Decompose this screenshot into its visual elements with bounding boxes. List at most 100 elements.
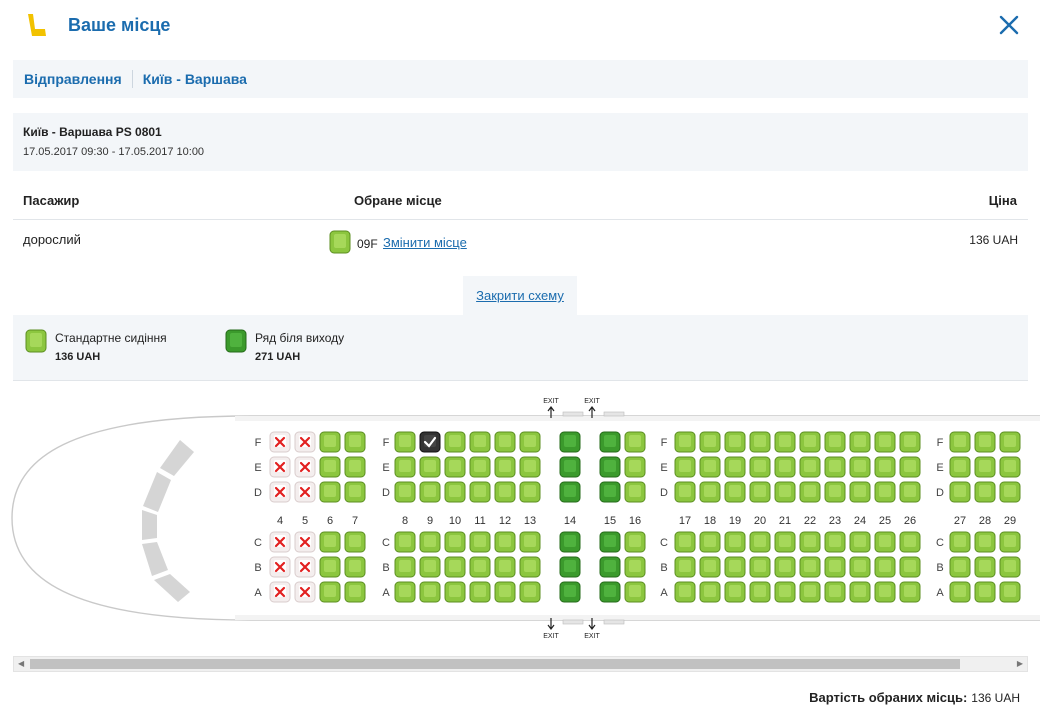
seat-28F[interactable] xyxy=(974,431,996,453)
seat-22D[interactable] xyxy=(799,481,821,503)
seat-19E[interactable] xyxy=(724,456,746,478)
seat-14C[interactable] xyxy=(559,531,581,553)
seat-15C[interactable] xyxy=(599,531,621,553)
seat-13F[interactable] xyxy=(519,431,541,453)
seat-6D[interactable] xyxy=(319,481,341,503)
seat-23F[interactable] xyxy=(824,431,846,453)
seat-27E[interactable] xyxy=(949,456,971,478)
seat-25C[interactable] xyxy=(874,531,896,553)
seat-22C[interactable] xyxy=(799,531,821,553)
seat-7C[interactable] xyxy=(344,531,366,553)
seat-27A[interactable] xyxy=(949,581,971,603)
seat-10E[interactable] xyxy=(444,456,466,478)
breadcrumb-route[interactable]: Київ - Варшава xyxy=(143,71,247,87)
seat-8D[interactable] xyxy=(394,481,416,503)
seat-6E[interactable] xyxy=(319,456,341,478)
scrollbar-thumb[interactable] xyxy=(30,659,960,669)
scroll-right-icon[interactable]: ▶ xyxy=(1017,660,1023,668)
seat-12E[interactable] xyxy=(494,456,516,478)
seat-16B[interactable] xyxy=(624,556,646,578)
seat-18F[interactable] xyxy=(699,431,721,453)
seat-24B[interactable] xyxy=(849,556,871,578)
seat-10B[interactable] xyxy=(444,556,466,578)
seat-13D[interactable] xyxy=(519,481,541,503)
seat-10A[interactable] xyxy=(444,581,466,603)
seat-13C[interactable] xyxy=(519,531,541,553)
seat-17D[interactable] xyxy=(674,481,696,503)
seat-27F[interactable] xyxy=(949,431,971,453)
seat-28E[interactable] xyxy=(974,456,996,478)
seat-25D[interactable] xyxy=(874,481,896,503)
seat-11A[interactable] xyxy=(469,581,491,603)
seat-18C[interactable] xyxy=(699,531,721,553)
seat-26D[interactable] xyxy=(899,481,921,503)
seat-23C[interactable] xyxy=(824,531,846,553)
seat-16E[interactable] xyxy=(624,456,646,478)
seat-9D[interactable] xyxy=(419,481,441,503)
seat-22F[interactable] xyxy=(799,431,821,453)
seat-17B[interactable] xyxy=(674,556,696,578)
seat-18E[interactable] xyxy=(699,456,721,478)
seat-9F[interactable] xyxy=(419,431,441,453)
seat-25B[interactable] xyxy=(874,556,896,578)
seat-25F[interactable] xyxy=(874,431,896,453)
seat-10F[interactable] xyxy=(444,431,466,453)
seat-6C[interactable] xyxy=(319,531,341,553)
change-seat-link[interactable]: Змінити місце xyxy=(383,235,467,250)
close-icon[interactable] xyxy=(998,14,1020,36)
seat-22E[interactable] xyxy=(799,456,821,478)
seat-14D[interactable] xyxy=(559,481,581,503)
seat-21D[interactable] xyxy=(774,481,796,503)
seat-29D[interactable] xyxy=(999,481,1021,503)
seat-16A[interactable] xyxy=(624,581,646,603)
seat-14A[interactable] xyxy=(559,581,581,603)
seat-10C[interactable] xyxy=(444,531,466,553)
seat-28B[interactable] xyxy=(974,556,996,578)
seat-10D[interactable] xyxy=(444,481,466,503)
seat-7D[interactable] xyxy=(344,481,366,503)
seat-29A[interactable] xyxy=(999,581,1021,603)
seat-20C[interactable] xyxy=(749,531,771,553)
seat-18A[interactable] xyxy=(699,581,721,603)
seat-8A[interactable] xyxy=(394,581,416,603)
seat-12A[interactable] xyxy=(494,581,516,603)
seat-24E[interactable] xyxy=(849,456,871,478)
seat-14B[interactable] xyxy=(559,556,581,578)
seat-25A[interactable] xyxy=(874,581,896,603)
seat-19A[interactable] xyxy=(724,581,746,603)
seat-28C[interactable] xyxy=(974,531,996,553)
seat-15A[interactable] xyxy=(599,581,621,603)
seat-28A[interactable] xyxy=(974,581,996,603)
seat-26B[interactable] xyxy=(899,556,921,578)
seat-14E[interactable] xyxy=(559,456,581,478)
seat-15D[interactable] xyxy=(599,481,621,503)
seat-13B[interactable] xyxy=(519,556,541,578)
seat-14F[interactable] xyxy=(559,431,581,453)
seat-27B[interactable] xyxy=(949,556,971,578)
seat-6F[interactable] xyxy=(319,431,341,453)
seat-27D[interactable] xyxy=(949,481,971,503)
seat-17F[interactable] xyxy=(674,431,696,453)
seat-27C[interactable] xyxy=(949,531,971,553)
seat-19F[interactable] xyxy=(724,431,746,453)
seat-16C[interactable] xyxy=(624,531,646,553)
seat-12C[interactable] xyxy=(494,531,516,553)
seat-29C[interactable] xyxy=(999,531,1021,553)
seat-17C[interactable] xyxy=(674,531,696,553)
seat-26E[interactable] xyxy=(899,456,921,478)
seat-23A[interactable] xyxy=(824,581,846,603)
horizontal-scrollbar[interactable]: ◀ ▶ xyxy=(13,656,1028,672)
seat-21C[interactable] xyxy=(774,531,796,553)
seat-13E[interactable] xyxy=(519,456,541,478)
seat-24F[interactable] xyxy=(849,431,871,453)
seat-22A[interactable] xyxy=(799,581,821,603)
seat-13A[interactable] xyxy=(519,581,541,603)
seat-11E[interactable] xyxy=(469,456,491,478)
seat-20E[interactable] xyxy=(749,456,771,478)
seat-21A[interactable] xyxy=(774,581,796,603)
seat-19C[interactable] xyxy=(724,531,746,553)
seat-29B[interactable] xyxy=(999,556,1021,578)
seat-8C[interactable] xyxy=(394,531,416,553)
seat-17E[interactable] xyxy=(674,456,696,478)
seat-6B[interactable] xyxy=(319,556,341,578)
